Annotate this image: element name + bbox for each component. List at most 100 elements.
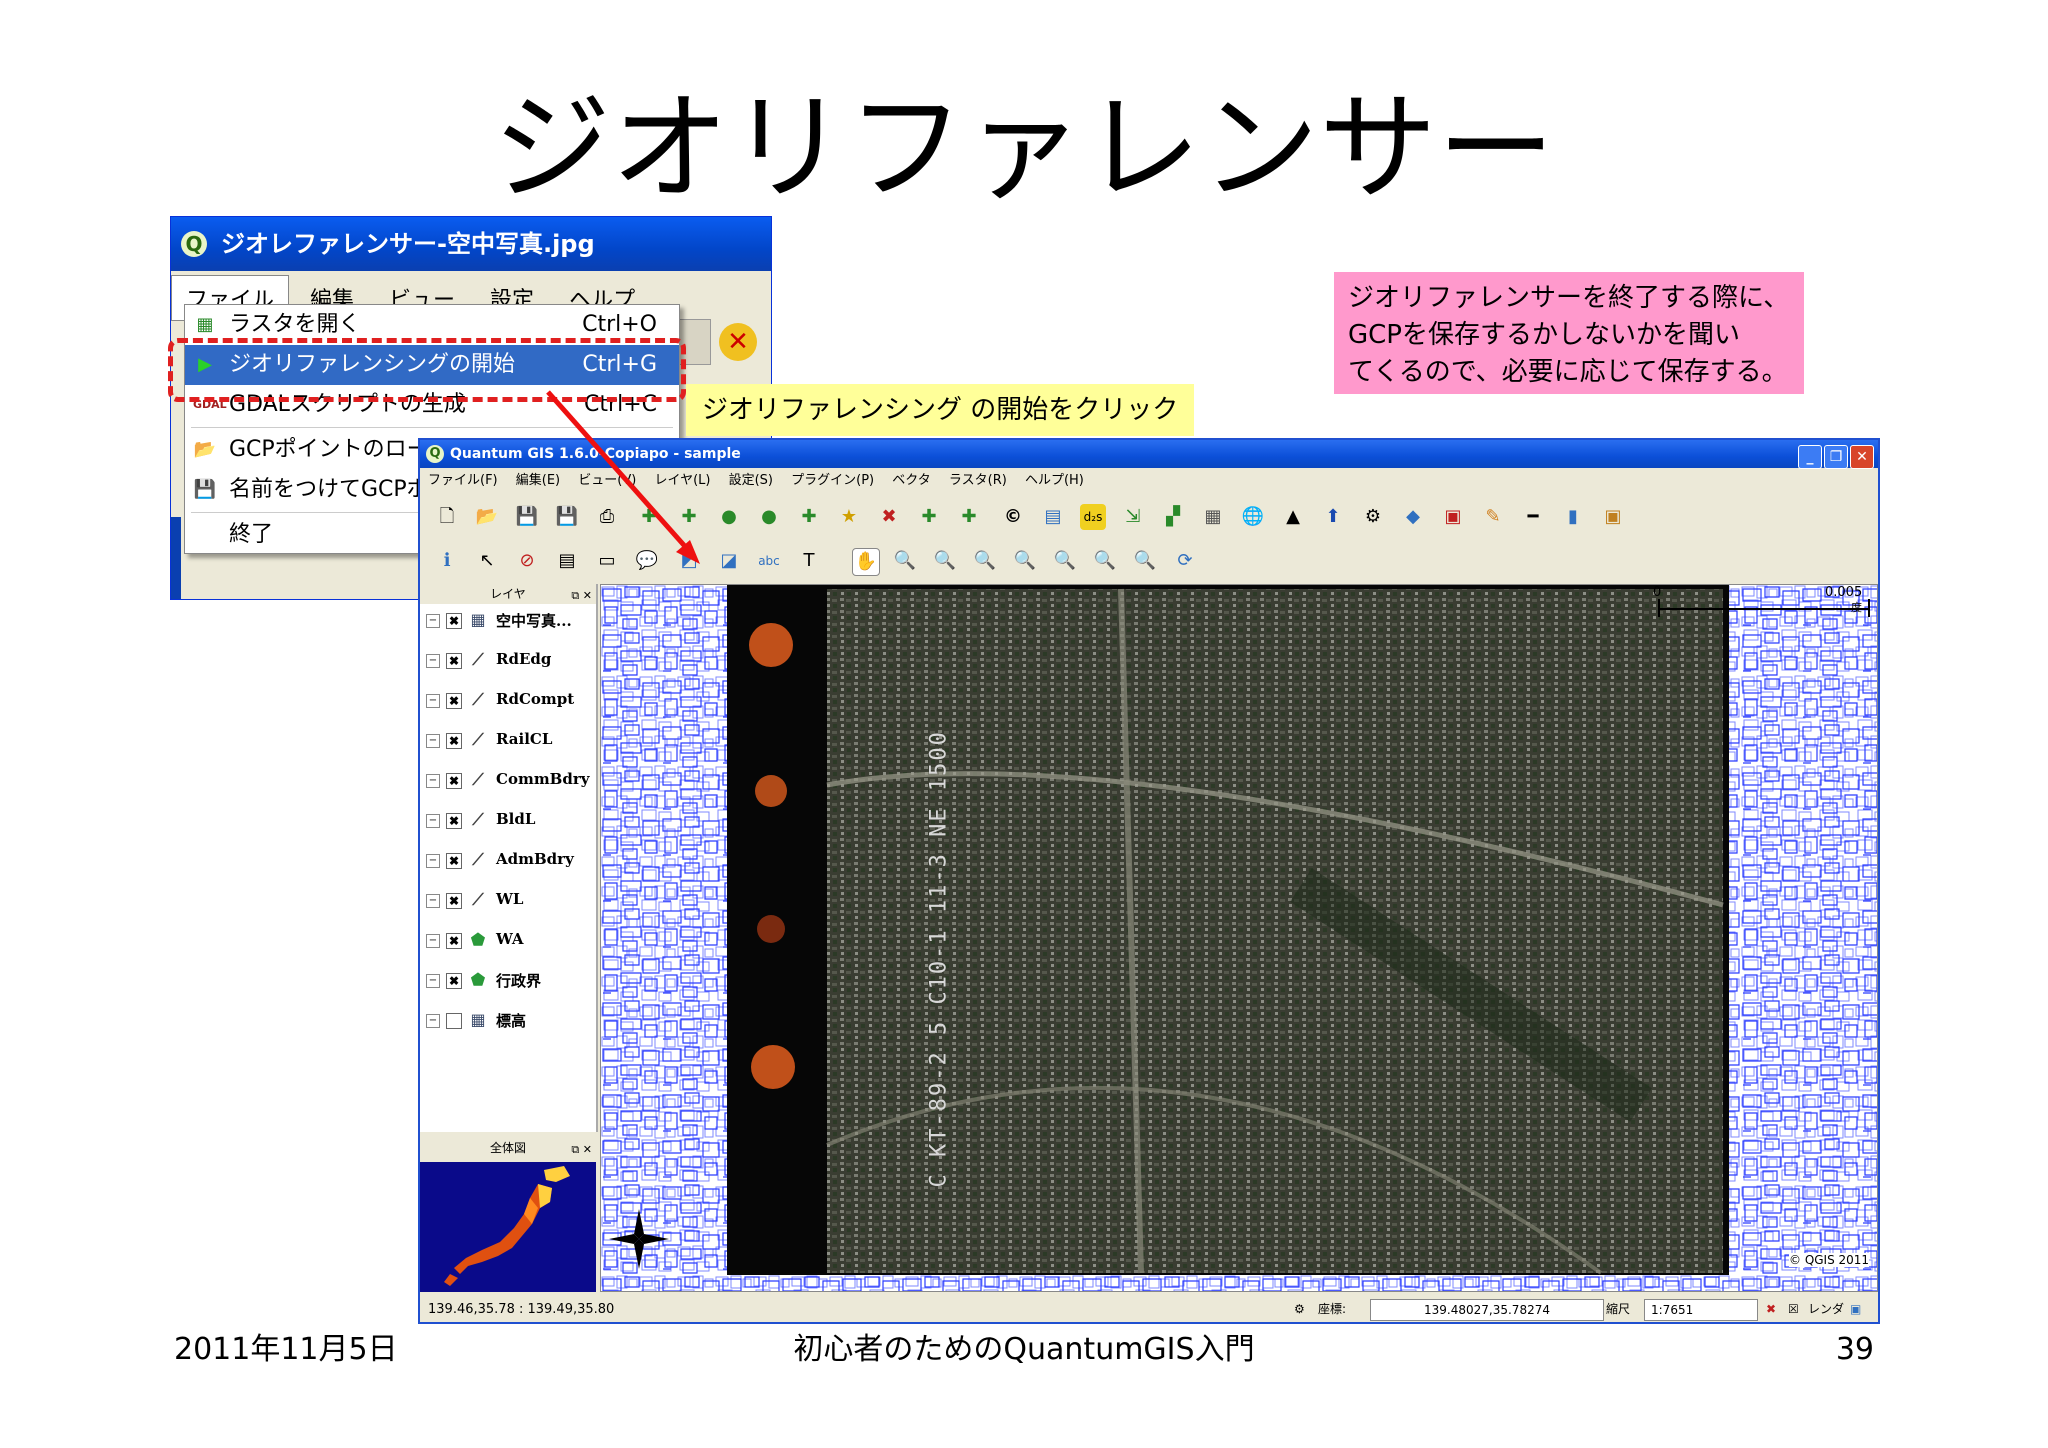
layer-item[interactable]: − ▦ 標高 xyxy=(420,1004,596,1044)
add-postgis-icon[interactable]: ● xyxy=(716,504,742,530)
refresh-icon[interactable]: ⟳ xyxy=(1172,548,1198,574)
expand-toggle[interactable]: − xyxy=(426,694,440,708)
expand-toggle[interactable]: − xyxy=(426,814,440,828)
print-icon[interactable]: ⎙ xyxy=(594,504,620,530)
new-layer-icon[interactable]: ★ xyxy=(836,504,862,530)
layer-item[interactable]: − ✖ ⟋ WL xyxy=(420,884,596,924)
zoom-selection-icon[interactable]: 🔍 xyxy=(1012,548,1038,574)
north-arrow-icon[interactable]: ⬆ xyxy=(1320,504,1346,530)
menu-raster[interactable]: ラスタ(R) xyxy=(949,473,1007,488)
layer-item[interactable]: − ✖ ⬟ WA xyxy=(420,924,596,964)
import-icon[interactable]: ⇲ xyxy=(1120,504,1146,530)
projection-icon[interactable]: ▣ xyxy=(1850,1299,1861,1319)
panel-float-close-icon[interactable]: ⧉ ✕ xyxy=(571,1140,592,1160)
layer-item[interactable]: − ✖ ⟋ RdCompt xyxy=(420,684,596,724)
add-raster-icon[interactable]: ✚ xyxy=(676,504,702,530)
layer-visibility-checkbox[interactable]: ✖ xyxy=(446,973,462,989)
grid-icon[interactable]: ▦ xyxy=(1200,504,1226,530)
text-annotation-icon[interactable]: T xyxy=(796,548,822,574)
add-layer-icon[interactable]: ✚ xyxy=(916,504,942,530)
layer-item[interactable]: − ✖ ⟋ CommBdry xyxy=(420,764,596,804)
add-spatialite-icon[interactable]: ● xyxy=(756,504,782,530)
measure-icon[interactable]: ▭ xyxy=(594,548,620,574)
layer-visibility-checkbox[interactable]: ✖ xyxy=(446,773,462,789)
edit-icon[interactable]: ✎ xyxy=(1480,504,1506,530)
open-project-icon[interactable]: 📂 xyxy=(474,504,500,530)
pan-icon[interactable]: ✋ xyxy=(852,548,880,576)
zoom-out-icon[interactable]: 🔍 xyxy=(932,548,958,574)
layer-visibility-checkbox[interactable]: ✖ xyxy=(446,813,462,829)
layer-item[interactable]: − ✖ ⟋ RdEdg xyxy=(420,644,596,684)
expand-toggle[interactable]: − xyxy=(426,654,440,668)
coordinate-field[interactable]: 139.48027,35.78274 xyxy=(1370,1299,1604,1321)
coordinate-toggle-icon[interactable]: ⚙ xyxy=(1294,1299,1305,1319)
layer-visibility-checkbox[interactable]: ✖ xyxy=(446,693,462,709)
deselect-icon[interactable]: ⊘ xyxy=(514,548,540,574)
menu-vector[interactable]: ベクタ xyxy=(892,473,930,488)
zoom-next-icon[interactable]: 🔍 xyxy=(1132,548,1158,574)
expand-toggle[interactable]: − xyxy=(426,894,440,908)
stop-render-icon[interactable]: ✖ xyxy=(1766,1299,1776,1319)
wfs-icon[interactable]: ▞ xyxy=(1160,504,1186,530)
zoom-last-icon[interactable]: 🔍 xyxy=(1092,548,1118,574)
screenshot-icon[interactable]: ▣ xyxy=(1600,504,1626,530)
menu-settings[interactable]: 設定(S) xyxy=(729,473,773,488)
menu-plugins[interactable]: プラグイン(P) xyxy=(791,473,874,488)
render-checkbox[interactable]: ☒ xyxy=(1788,1299,1799,1319)
label-icon[interactable]: abc xyxy=(756,548,782,574)
overview-map[interactable] xyxy=(420,1162,596,1292)
layer-visibility-checkbox[interactable]: ✖ xyxy=(446,653,462,669)
layer-item[interactable]: − ✖ ⟋ RailCL xyxy=(420,724,596,764)
layer-item[interactable]: − ✖ ⬟ 行政界 xyxy=(420,964,596,1004)
scalebar-icon[interactable]: ▤ xyxy=(1040,504,1066,530)
expand-toggle[interactable]: − xyxy=(426,734,440,748)
georeferencer-icon[interactable]: ◩ xyxy=(676,548,702,574)
layer-item[interactable]: − ✖ ⟋ BldL xyxy=(420,804,596,844)
menu-edit[interactable]: 編集(E) xyxy=(516,473,560,488)
new-project-icon[interactable]: 🗋 xyxy=(434,504,460,530)
globe-icon[interactable]: 🌐 xyxy=(1240,504,1266,530)
menu-layer[interactable]: レイヤ(L) xyxy=(654,473,710,488)
expand-toggle[interactable]: − xyxy=(426,1014,440,1028)
menu-help[interactable]: ヘルプ(H) xyxy=(1025,473,1084,488)
expand-toggle[interactable]: − xyxy=(426,614,440,628)
menu-view[interactable]: ビュー(V) xyxy=(578,473,636,488)
remove-layer-icon[interactable]: ✖ xyxy=(876,504,902,530)
georeferencer-titlebar[interactable]: Q ジオレファレンサー-空中写真.jpg xyxy=(171,217,771,271)
layer-visibility-checkbox[interactable]: ✖ xyxy=(446,933,462,949)
zoom-layer-icon[interactable]: 🔍 xyxy=(1052,548,1078,574)
expand-toggle[interactable]: − xyxy=(426,854,440,868)
scale-field[interactable]: 1:7651 xyxy=(1644,1299,1758,1321)
expand-toggle[interactable]: − xyxy=(426,934,440,948)
minimize-icon[interactable]: _ xyxy=(1798,445,1822,469)
add-wfs-icon[interactable]: ✚ xyxy=(956,504,982,530)
add-wms-icon[interactable]: ✚ xyxy=(796,504,822,530)
menu-file[interactable]: ファイル(F) xyxy=(428,473,498,488)
layer-item[interactable]: − ✖ ▦ 空中写真... xyxy=(420,604,596,644)
expand-toggle[interactable]: − xyxy=(426,774,440,788)
plugin-icon[interactable]: ⚙ xyxy=(1360,504,1386,530)
qgis-titlebar[interactable]: Q Quantum GIS 1.6.0-Copiapo - sample _ ❐ ✕ xyxy=(420,440,1878,469)
map-canvas[interactable]: C KT-89-2 5 C10-1 11-3 NE 1500 0 0.005 度… xyxy=(600,584,1878,1292)
zoom-in-icon[interactable]: 🔍 xyxy=(892,548,918,574)
attribute-table-icon[interactable]: ▤ xyxy=(554,548,580,574)
identify-icon[interactable]: ℹ xyxy=(434,548,460,574)
pdf-icon[interactable]: ▣ xyxy=(1440,504,1466,530)
add-vector-icon[interactable]: ✚ xyxy=(636,504,662,530)
layer-visibility-checkbox[interactable]: ✖ xyxy=(446,853,462,869)
gps-icon[interactable]: ▮ xyxy=(1560,504,1586,530)
select-icon[interactable]: ↖ xyxy=(474,548,500,574)
measure-line-icon[interactable]: ━ xyxy=(1520,504,1546,530)
python-icon[interactable]: ◆ xyxy=(1400,504,1426,530)
restore-icon[interactable]: ❐ xyxy=(1824,445,1848,469)
layer-visibility-checkbox[interactable]: ✖ xyxy=(446,893,462,909)
layer-visibility-checkbox[interactable]: ✖ xyxy=(446,733,462,749)
stop-icon[interactable]: ✕ xyxy=(719,323,757,361)
expand-toggle[interactable]: − xyxy=(426,974,440,988)
layer-visibility-checkbox[interactable] xyxy=(446,1013,462,1029)
save-project-icon[interactable]: 💾 xyxy=(514,504,540,530)
histogram-icon[interactable]: ▲ xyxy=(1280,504,1306,530)
layer-item[interactable]: − ✖ ⟋ AdmBdry xyxy=(420,844,596,884)
save-as-icon[interactable]: 💾 xyxy=(554,504,580,530)
raster-info-icon[interactable]: ◪ xyxy=(716,548,742,574)
